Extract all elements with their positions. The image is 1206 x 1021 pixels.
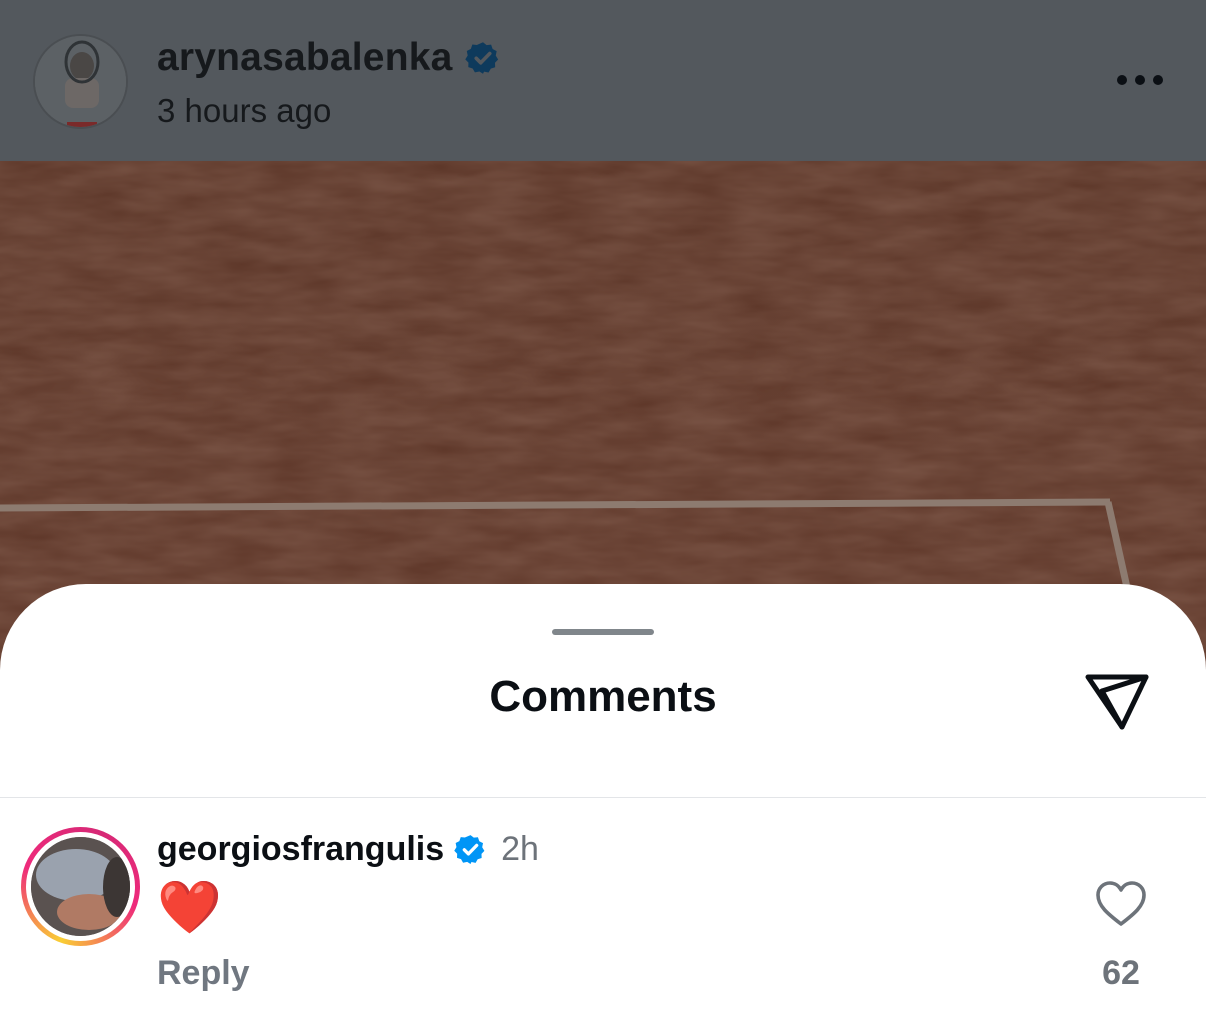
avatar-image (35, 36, 126, 127)
send-icon (1085, 674, 1149, 730)
post-timestamp: 3 hours ago (157, 92, 332, 129)
post-username[interactable]: arynasabalenka (157, 36, 453, 80)
app-screen: arynasabalenka 3 hours ago Comments geor… (0, 0, 1206, 1021)
comment-avatar[interactable] (21, 827, 140, 946)
sheet-title: Comments (489, 672, 717, 721)
more-options-icon (1117, 75, 1163, 85)
comment-header: georgiosfrangulis 2h (157, 830, 539, 869)
share-button[interactable] (1080, 668, 1154, 734)
post-author-avatar[interactable] (33, 34, 128, 129)
comment-username[interactable]: georgiosfrangulis (157, 830, 444, 869)
comment-timestamp: 2h (501, 830, 539, 868)
post-author[interactable]: arynasabalenka (157, 36, 501, 80)
comment-text: ❤️ (157, 878, 222, 938)
verified-badge-icon (454, 833, 487, 866)
verified-badge-icon (464, 40, 501, 76)
comments-sheet: Comments georgiosfrangulis 2h ❤️ Reply (0, 584, 1206, 1021)
divider (0, 797, 1206, 798)
like-count: 62 (1102, 954, 1140, 992)
post-header: arynasabalenka 3 hours ago (0, 0, 1206, 161)
avatar-image (31, 837, 130, 936)
heart-outline-icon (1096, 881, 1146, 926)
avatar-gap (26, 832, 135, 941)
like-button[interactable] (1094, 880, 1148, 933)
reply-button[interactable]: Reply (157, 954, 250, 993)
sheet-drag-handle[interactable] (552, 629, 654, 635)
more-options-button[interactable] (1110, 60, 1170, 100)
